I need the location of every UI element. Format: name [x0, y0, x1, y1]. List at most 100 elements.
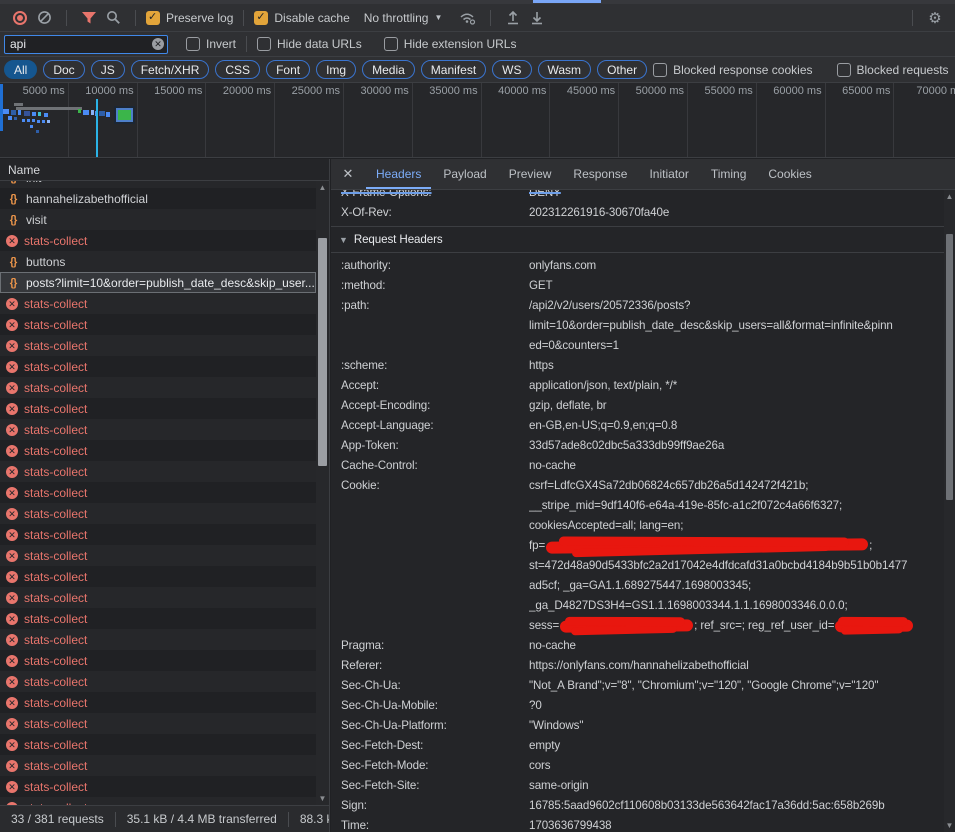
type-filter-all[interactable]: All — [4, 60, 37, 79]
request-row[interactable]: ✕stats-collect — [0, 692, 316, 713]
request-row[interactable]: ✕stats-collect — [0, 608, 316, 629]
request-row[interactable]: ✕stats-collect — [0, 398, 316, 419]
header-row: :method:GET — [331, 276, 944, 296]
import-har-button[interactable] — [501, 7, 525, 29]
header-value: https — [529, 356, 944, 376]
filter-input[interactable] — [4, 35, 168, 54]
type-filter-ws[interactable]: WS — [492, 60, 531, 79]
request-row[interactable]: ✕stats-collect — [0, 293, 316, 314]
network-conditions-button[interactable] — [456, 7, 480, 29]
request-row[interactable]: ✕stats-collect — [0, 461, 316, 482]
request-row[interactable]: ✕stats-collect — [0, 671, 316, 692]
request-row[interactable]: ✕stats-collect — [0, 335, 316, 356]
type-filter-fetch-xhr[interactable]: Fetch/XHR — [131, 60, 210, 79]
type-filter-css[interactable]: CSS — [215, 60, 260, 79]
tab-headers[interactable]: Headers — [366, 159, 431, 189]
download-icon — [530, 10, 544, 25]
clear-filter-icon[interactable]: ✕ — [152, 38, 164, 50]
clear-button[interactable] — [32, 7, 56, 29]
request-row[interactable]: ✕stats-collect — [0, 755, 316, 776]
request-row[interactable]: ✕stats-collect — [0, 650, 316, 671]
request-name: stats-collect — [24, 591, 87, 605]
request-row[interactable]: {}init — [0, 181, 316, 188]
header-value: 33d57ade8c02dbc5a333db99ff9ae26a — [529, 436, 944, 456]
close-details-button[interactable]: ✕ — [331, 159, 365, 189]
details-scrollbar[interactable]: ▲ ▼ — [944, 190, 955, 832]
preserve-log-checkbox[interactable]: Preserve log — [146, 11, 233, 25]
settings-button[interactable]: ⚙ — [923, 7, 947, 29]
tab-initiator[interactable]: Initiator — [639, 159, 698, 189]
tab-cookies[interactable]: Cookies — [758, 159, 821, 189]
request-row[interactable]: ✕stats-collect — [0, 797, 316, 805]
type-filter-js[interactable]: JS — [91, 60, 125, 79]
error-icon: ✕ — [6, 739, 18, 751]
export-har-button[interactable] — [525, 7, 549, 29]
type-filter-font[interactable]: Font — [266, 60, 310, 79]
request-row[interactable]: ✕stats-collect — [0, 776, 316, 797]
request-row[interactable]: ✕stats-collect — [0, 482, 316, 503]
blocked-response-cookies-checkbox[interactable]: Blocked response cookies — [653, 63, 812, 77]
type-filter-wasm[interactable]: Wasm — [538, 60, 592, 79]
disable-cache-checkbox[interactable]: Disable cache — [254, 11, 349, 25]
type-filter-media[interactable]: Media — [362, 60, 415, 79]
error-icon: ✕ — [6, 319, 18, 331]
scroll-up-icon[interactable]: ▲ — [944, 190, 955, 203]
request-name: stats-collect — [24, 570, 87, 584]
record-button[interactable] — [8, 7, 32, 29]
request-headers-section-header[interactable]: ▼ Request Headers — [331, 227, 944, 252]
type-filter-doc[interactable]: Doc — [43, 60, 84, 79]
tab-payload[interactable]: Payload — [433, 159, 496, 189]
request-row[interactable]: ✕stats-collect — [0, 503, 316, 524]
checkbox-unchecked-icon — [257, 37, 271, 51]
name-column-header[interactable]: Name — [0, 159, 329, 181]
tab-timing[interactable]: Timing — [701, 159, 757, 189]
error-icon: ✕ — [6, 613, 18, 625]
request-row[interactable]: ✕stats-collect — [0, 440, 316, 461]
redaction-mark — [835, 620, 913, 633]
request-row[interactable]: ✕stats-collect — [0, 713, 316, 734]
request-row[interactable]: {}visit — [0, 209, 316, 230]
request-row[interactable]: {}posts?limit=10&order=publish_date_desc… — [0, 272, 316, 293]
tab-response[interactable]: Response — [563, 159, 637, 189]
header-name: Pragma: — [331, 636, 529, 656]
resources-size: 88.3 kB — [289, 812, 329, 826]
request-row[interactable]: ✕stats-collect — [0, 545, 316, 566]
hide-data-urls-checkbox[interactable]: Hide data URLs — [257, 37, 362, 51]
type-filter-img[interactable]: Img — [316, 60, 356, 79]
search-button[interactable] — [101, 7, 125, 29]
blocked-requests-checkbox[interactable]: Blocked requests — [837, 63, 949, 77]
request-row[interactable]: ✕stats-collect — [0, 566, 316, 587]
scrollbar-thumb[interactable] — [946, 234, 953, 500]
request-row[interactable]: ✕stats-collect — [0, 734, 316, 755]
request-row[interactable]: ✕stats-collect — [0, 524, 316, 545]
request-row[interactable]: ✕stats-collect — [0, 419, 316, 440]
filter-bar: ✕ Invert Hide data URLs Hide extension U… — [0, 32, 955, 57]
request-row[interactable]: ✕stats-collect — [0, 356, 316, 377]
waterfall-bar — [22, 119, 25, 122]
type-filter-manifest[interactable]: Manifest — [421, 60, 486, 79]
section-title: Request Headers — [354, 233, 443, 246]
request-row[interactable]: {}buttons — [0, 251, 316, 272]
scroll-up-icon[interactable]: ▲ — [316, 181, 329, 194]
invert-checkbox[interactable]: Invert — [186, 37, 236, 51]
type-filter-other[interactable]: Other — [597, 60, 647, 79]
scrollbar-thumb[interactable] — [318, 238, 327, 466]
scroll-down-icon[interactable]: ▼ — [944, 819, 955, 832]
request-row[interactable]: {}hannahelizabethofficial — [0, 188, 316, 209]
timeline-tick: 35000 ms — [413, 83, 482, 157]
request-row[interactable]: ✕stats-collect — [0, 314, 316, 335]
tab-preview[interactable]: Preview — [499, 159, 562, 189]
header-row: Accept-Encoding:gzip, deflate, br — [331, 396, 944, 416]
throttling-dropdown[interactable]: No throttling ▼ — [364, 11, 443, 25]
header-value: application/json, text/plain, */* — [529, 376, 944, 396]
request-list-scrollbar[interactable]: ▲ ▼ — [316, 181, 329, 805]
request-row[interactable]: ✕stats-collect — [0, 587, 316, 608]
request-row[interactable]: ✕stats-collect — [0, 377, 316, 398]
request-row[interactable]: ✕stats-collect — [0, 230, 316, 251]
network-overview-waterfall[interactable]: 5000 ms10000 ms15000 ms20000 ms25000 ms3… — [0, 83, 955, 158]
request-row[interactable]: ✕stats-collect — [0, 629, 316, 650]
scroll-down-icon[interactable]: ▼ — [316, 792, 329, 805]
response-header-row-clipped: X-Frame-Options: DENY — [331, 190, 944, 203]
hide-extension-urls-checkbox[interactable]: Hide extension URLs — [384, 37, 517, 51]
filter-toggle-button[interactable] — [77, 7, 101, 29]
